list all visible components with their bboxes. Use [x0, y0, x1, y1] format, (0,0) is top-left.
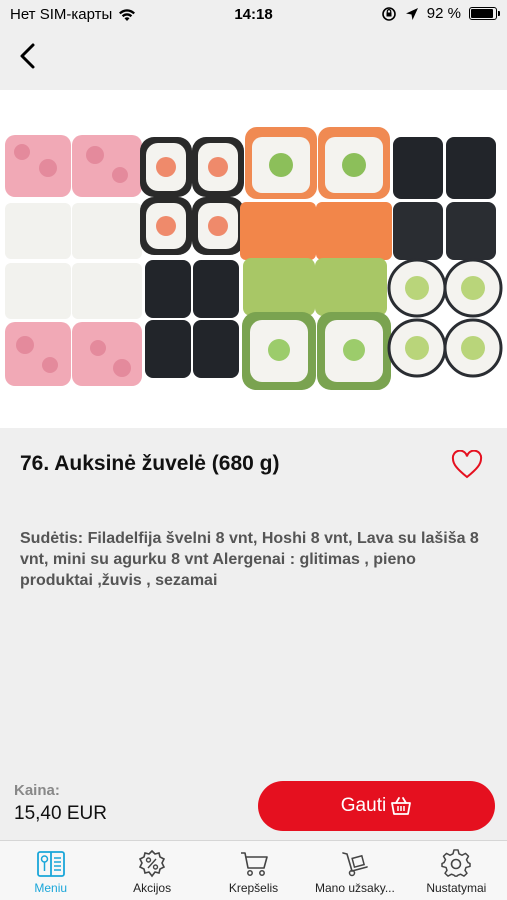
tab-menu[interactable]: Meniu [0, 841, 101, 900]
tab-menu-label: Meniu [34, 881, 68, 895]
discount-badge-icon [139, 849, 166, 878]
chevron-left-icon [20, 43, 35, 69]
status-bar: Нет SIM-карты 14:18 92 % [0, 0, 507, 30]
heart-icon [451, 449, 483, 479]
tab-my-orders-label: Mano užsaky... [315, 881, 395, 895]
buy-button-label: Gauti [340, 795, 387, 816]
tab-bar: Meniu Akcijos Krepšelis Mano užsaky... N… [0, 840, 507, 900]
product-description: Sudėtis: Filadelfija švelni 8 vnt, Hoshi… [20, 530, 479, 589]
tab-settings[interactable]: Nustatymai [406, 841, 507, 900]
product-title-row: 76. Auksinė žuvelė (680 g) [20, 449, 487, 482]
sushi-set-image [5, 127, 503, 390]
back-button[interactable] [12, 38, 42, 74]
tab-promotions[interactable]: Akcijos [101, 841, 202, 900]
status-right: 92 % [381, 5, 500, 22]
gear-icon [441, 849, 472, 877]
product-image [0, 90, 507, 428]
basket-icon [391, 797, 412, 815]
tab-promotions-label: Akcijos [133, 881, 172, 895]
orientation-lock-icon [381, 6, 396, 21]
tab-my-orders[interactable]: Mano užsaky... [304, 841, 405, 900]
location-arrow-icon [405, 7, 418, 20]
battery-percent: 92 % [426, 5, 461, 22]
tab-cart[interactable]: Krepšelis [203, 841, 304, 900]
nav-bar [0, 30, 507, 90]
hand-truck-icon [342, 852, 368, 877]
battery-icon [469, 7, 500, 20]
cart-icon [240, 852, 268, 876]
battery-fill [471, 9, 494, 18]
buy-button[interactable]: Gauti [258, 781, 495, 831]
tab-settings-label: Nustatymai [426, 881, 487, 895]
product-title: 76. Auksinė žuvelė (680 g) [20, 452, 280, 475]
tab-cart-label: Krepšelis [228, 881, 279, 895]
menu-book-icon [36, 851, 65, 877]
price-label: Kaina: [14, 782, 60, 799]
favorite-button[interactable] [451, 449, 483, 480]
price-value: 15,40 EUR [14, 803, 107, 824]
